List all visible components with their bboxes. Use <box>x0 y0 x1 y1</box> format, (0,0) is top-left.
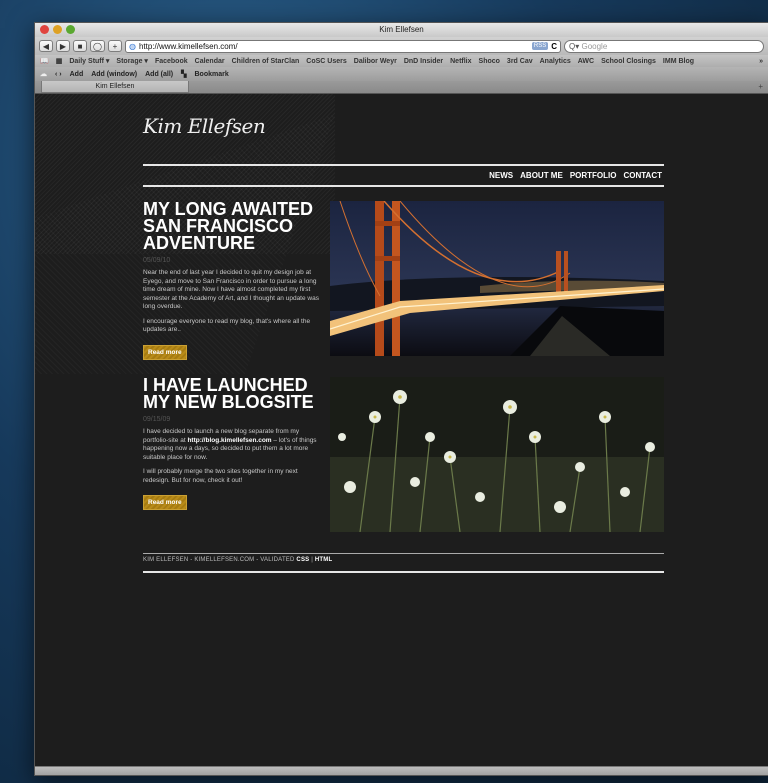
nav-news[interactable]: NEWS <box>489 171 513 180</box>
window-controls <box>40 25 75 34</box>
bookmark-item[interactable]: Calendar <box>195 58 225 65</box>
blog-post: I HAVE LAUNCHED MY NEW BLOGSITE 09/15/09… <box>143 376 664 532</box>
puzzle-icon: ▚ <box>181 71 187 78</box>
ext-bookmark[interactable]: Bookmark <box>195 71 229 78</box>
flowers-photo[interactable] <box>330 377 664 532</box>
minimize-icon[interactable] <box>53 25 62 34</box>
bookmark-item[interactable]: 3rd Cav <box>507 58 533 65</box>
url-text[interactable]: http://www.kimellefsen.com/ <box>139 42 529 51</box>
stop-icon[interactable]: ◯ <box>90 40 105 52</box>
post-title[interactable]: MY LONG AWAITED SAN FRANCISCO ADVENTURE <box>143 200 323 252</box>
site-footer: KIM ELLEFSEN - KIMELLEFSEN.COM - VALIDAT… <box>143 557 664 563</box>
bookmarks-overflow-icon[interactable]: » <box>759 58 763 65</box>
post-paragraph: Near the end of last year I decided to q… <box>143 269 319 310</box>
title-bar: Kim Ellefsen <box>35 23 768 37</box>
bookmark-item[interactable]: School Closings <box>601 58 656 65</box>
add-bookmark-button[interactable]: + <box>107 40 122 52</box>
footer-top-divider <box>143 553 664 554</box>
post-body: Near the end of last year I decided to q… <box>143 269 323 335</box>
search-field[interactable]: Q▾ Google <box>564 39 764 53</box>
close-icon[interactable] <box>40 25 49 34</box>
bookmark-item[interactable]: Storage ▾ <box>116 57 148 65</box>
ext-add-window[interactable]: Add (window) <box>91 71 137 78</box>
read-more-button[interactable]: Read more <box>143 495 187 510</box>
header-divider <box>143 164 664 166</box>
ext-add[interactable]: Add <box>70 71 84 78</box>
bookmark-item[interactable]: Shoco <box>479 58 500 65</box>
post-paragraph: I will probably merge the two sites toge… <box>143 468 298 484</box>
extension-bar: ☁ ‹ › Add Add (window) Add (all) ▚ Bookm… <box>35 67 768 81</box>
book-icon[interactable]: 📖 <box>40 57 49 65</box>
nav-portfolio[interactable]: PORTFOLIO <box>570 171 617 180</box>
post-paragraph: I have decided to launch a new blog sepa… <box>143 428 323 462</box>
bookmark-item[interactable]: Dalibor Weyr <box>354 58 397 65</box>
screenshot-icon[interactable]: ■ <box>73 40 87 52</box>
chevron-left-icon[interactable]: ‹ › <box>55 71 62 78</box>
nav-contact[interactable]: CONTACT <box>623 171 662 180</box>
bookmark-item[interactable]: AWC <box>578 58 594 65</box>
site-logo[interactable]: Kim Ellefsen <box>143 114 266 138</box>
bookmark-item[interactable]: DnD Insider <box>404 58 443 65</box>
page-content: Kim Ellefsen NEWS ABOUT ME PORTFOLIO CON… <box>35 94 768 767</box>
new-tab-button[interactable]: + <box>758 81 763 93</box>
search-placeholder: Google <box>581 41 608 51</box>
post-title[interactable]: I HAVE LAUNCHED MY NEW BLOGSITE <box>143 376 323 411</box>
post-paragraph: I encourage everyone to read my blog, th… <box>143 317 311 334</box>
forward-button[interactable]: ▶ <box>56 40 70 52</box>
status-bar <box>35 766 768 775</box>
nav-divider <box>143 185 664 187</box>
ext-add-all[interactable]: Add (all) <box>145 71 173 78</box>
bookmark-item[interactable]: Daily Stuff ▾ <box>69 57 109 65</box>
read-more-button[interactable]: Read more <box>143 344 187 360</box>
bookmark-item[interactable]: IMM Blog <box>663 58 694 65</box>
blog-link[interactable]: http://blog.kimellefsen.com <box>187 437 271 444</box>
back-button[interactable]: ◀ <box>39 40 53 52</box>
globe-icon: ◍ <box>128 41 136 51</box>
bookmark-item[interactable]: Netflix <box>450 58 471 65</box>
blog-post: MY LONG AWAITED SAN FRANCISCO ADVENTURE … <box>143 200 664 360</box>
bookmark-item[interactable]: Facebook <box>155 58 188 65</box>
reload-icon[interactable]: C <box>551 42 557 51</box>
grid-icon[interactable]: ▦ <box>56 57 63 65</box>
bookmark-item[interactable]: Analytics <box>540 58 571 65</box>
post-body: I have decided to launch a new blog sepa… <box>143 428 323 485</box>
browser-window: Kim Ellefsen ◀ ▶ ■ ◯ + ◍ http://www.kime… <box>34 22 768 776</box>
rss-icon[interactable]: RSS <box>531 42 549 50</box>
golden-gate-photo[interactable] <box>330 201 664 356</box>
footer-text: KIM ELLEFSEN - KIMELLEFSEN.COM - VALIDAT… <box>143 557 297 563</box>
window-title: Kim Ellefsen <box>379 25 424 34</box>
footer-bottom-divider <box>143 571 664 573</box>
cloud-icon: ☁ <box>40 71 47 78</box>
tab-bar: Kim Ellefsen + <box>35 81 768 94</box>
css-link[interactable]: CSS <box>296 557 309 563</box>
tab-kim-ellefsen[interactable]: Kim Ellefsen <box>41 81 189 93</box>
main-nav: NEWS ABOUT ME PORTFOLIO CONTACT <box>489 171 662 180</box>
bookmark-item[interactable]: Children of StarClan <box>232 58 300 65</box>
bookmark-item[interactable]: CoSC Users <box>306 58 346 65</box>
search-icon: Q▾ <box>569 41 582 51</box>
zoom-icon[interactable] <box>66 25 75 34</box>
nav-about-me[interactable]: ABOUT ME <box>520 171 563 180</box>
address-bar[interactable]: ◍ http://www.kimellefsen.com/ RSS C <box>124 39 561 53</box>
bookmarks-bar: 📖 ▦ Daily Stuff ▾ Storage ▾ Facebook Cal… <box>35 55 768 67</box>
html-link[interactable]: HTML <box>315 557 332 563</box>
browser-toolbar: ◀ ▶ ■ ◯ + ◍ http://www.kimellefsen.com/ … <box>35 37 768 55</box>
